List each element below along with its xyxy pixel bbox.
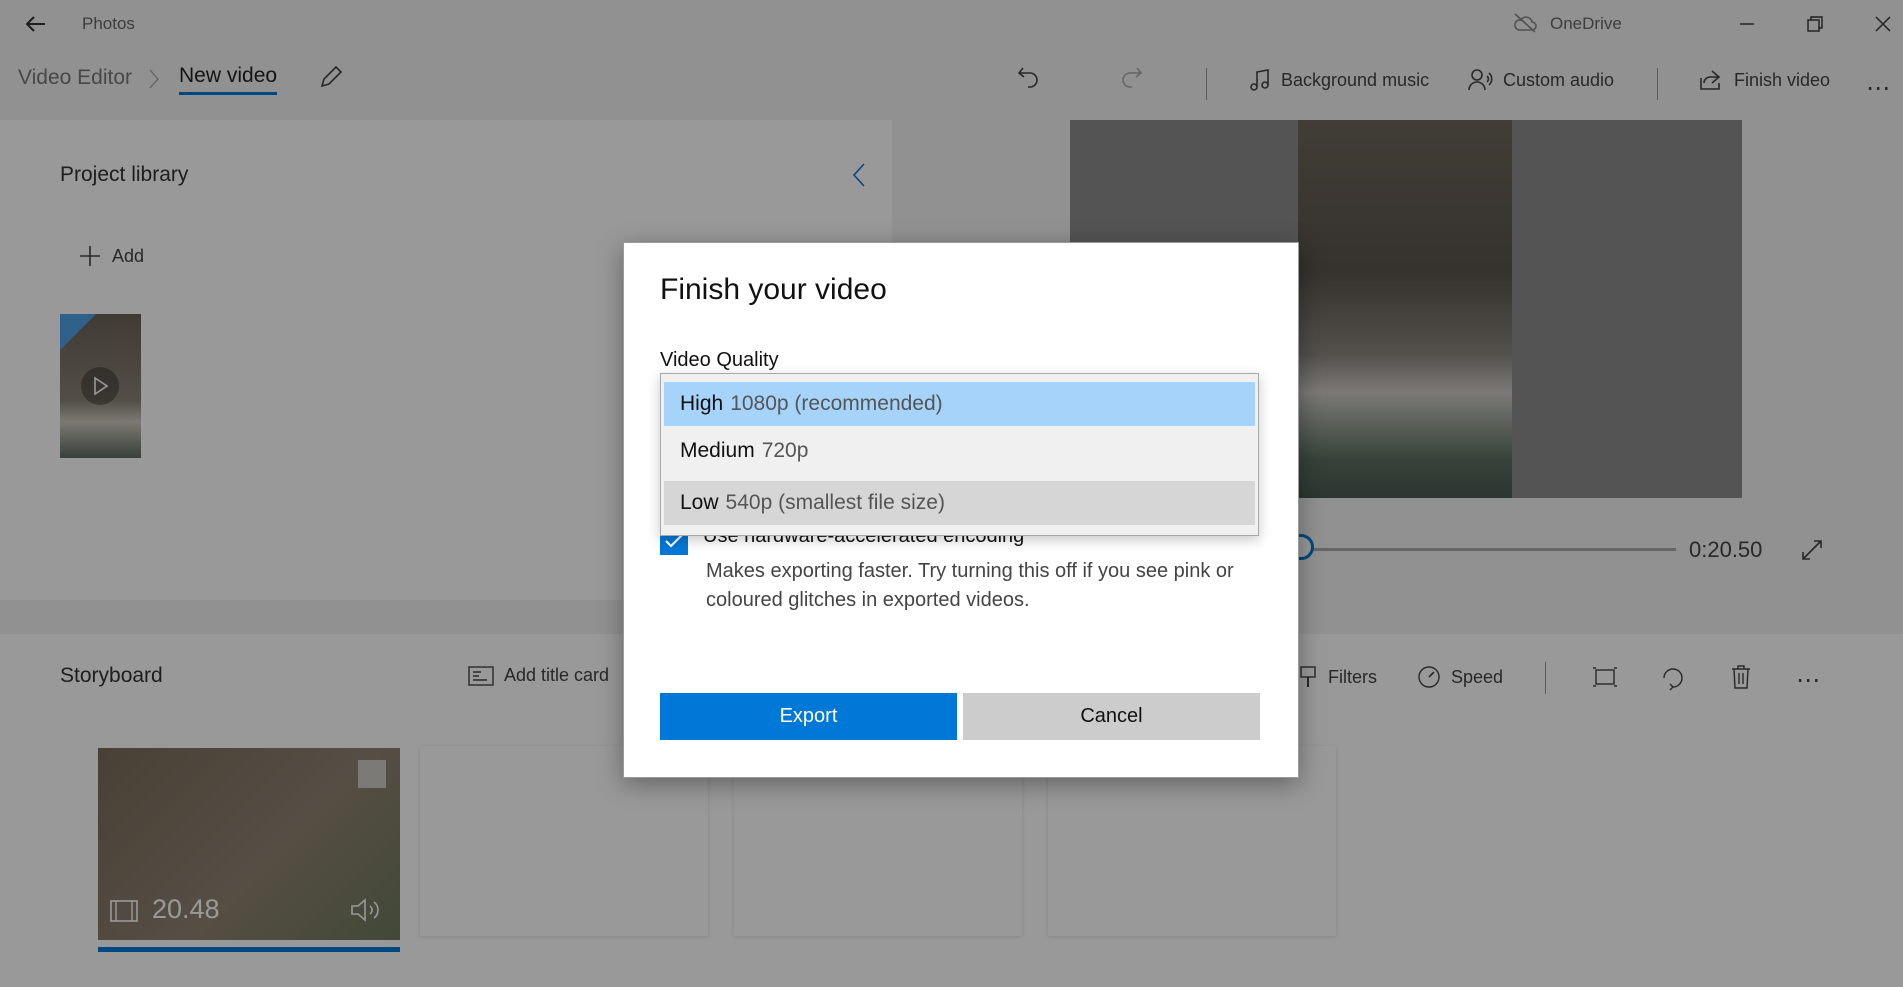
option-detail: 1080p (recommended) <box>730 392 943 415</box>
export-button[interactable]: Export <box>660 693 957 740</box>
quality-option-high[interactable]: High 1080p (recommended) <box>664 382 1255 426</box>
dialog-title: Finish your video <box>660 273 887 306</box>
quality-option-low[interactable]: Low 540p (smallest file size) <box>664 481 1255 525</box>
option-name: Low <box>680 491 719 514</box>
video-quality-label: Video Quality <box>660 349 779 371</box>
quality-option-medium[interactable]: Medium 720p <box>664 429 1255 473</box>
cancel-button[interactable]: Cancel <box>963 693 1260 740</box>
option-name: Medium <box>680 439 755 462</box>
hardware-encoding-description: Makes exporting faster. Try turning this… <box>706 560 1234 611</box>
option-name: High <box>680 392 724 415</box>
video-quality-dropdown[interactable]: High 1080p (recommended) Medium 720p Low… <box>660 373 1259 536</box>
option-detail: 540p (smallest file size) <box>725 491 945 514</box>
option-detail: 720p <box>761 439 809 462</box>
